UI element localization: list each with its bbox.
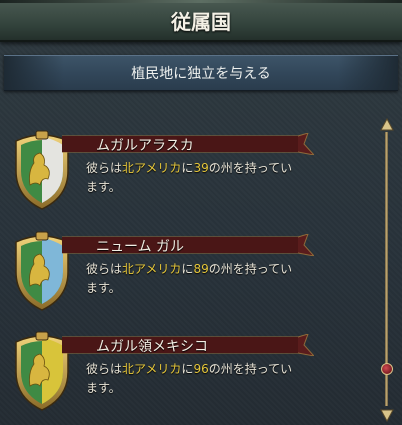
province-count: 89 <box>193 262 209 276</box>
desc-mid: に <box>181 262 194 276</box>
desc-suffix: の州を持ってい <box>208 161 293 175</box>
desc-prefix: 彼らは <box>86 362 123 376</box>
region-name: 北アメリカ <box>122 161 182 175</box>
province-count: 96 <box>193 362 209 376</box>
desc-mid: に <box>181 362 194 376</box>
subject-name: ニューム ガル <box>96 239 185 255</box>
subject-description: 彼らは北アメリカに89の州を持ってい ます。 <box>86 260 296 298</box>
desc-suffix: の州を持ってい <box>208 262 293 276</box>
desc-suffix: の州を持ってい <box>208 362 293 376</box>
region-name: 北アメリカ <box>122 362 182 376</box>
subject-entry[interactable]: ムガルアラスカ 彼らは北アメリカに39の州を持ってい ます。 <box>10 127 370 217</box>
desc-prefix: 彼らは <box>86 161 123 175</box>
subject-name: ムガルアラスカ <box>96 138 194 154</box>
subject-name: ムガル領メキシコ <box>96 339 208 355</box>
region-name: 北アメリカ <box>122 262 182 276</box>
scroll-down-arrow-icon[interactable] <box>380 408 394 422</box>
desc-line2: ます。 <box>86 180 121 194</box>
desc-line2: ます。 <box>86 281 121 295</box>
grant-independence-label: 植民地に独立を与える <box>131 66 271 82</box>
desc-prefix: 彼らは <box>86 262 123 276</box>
scroll-up-arrow-icon[interactable] <box>380 118 394 132</box>
title-bar: 従属国 <box>0 0 402 42</box>
subject-description: 彼らは北アメリカに96の州を持ってい ます。 <box>86 360 296 398</box>
page-title: 従属国 <box>171 10 231 34</box>
scrollbar[interactable] <box>380 118 394 423</box>
grant-independence-button[interactable]: 植民地に独立を与える <box>4 55 398 91</box>
province-count: 39 <box>193 161 209 175</box>
subject-description: 彼らは北アメリカに39の州を持ってい ます。 <box>86 159 296 197</box>
subject-entry[interactable]: ムガル領メキシコ 彼らは北アメリカに96の州を持ってい ます。 <box>10 328 370 418</box>
desc-mid: に <box>181 161 194 175</box>
desc-line2: ます。 <box>86 381 121 395</box>
subject-entry[interactable]: ニューム ガル 彼らは北アメリカに89の州を持ってい ます。 <box>10 228 370 318</box>
scroll-thumb[interactable] <box>381 363 393 375</box>
